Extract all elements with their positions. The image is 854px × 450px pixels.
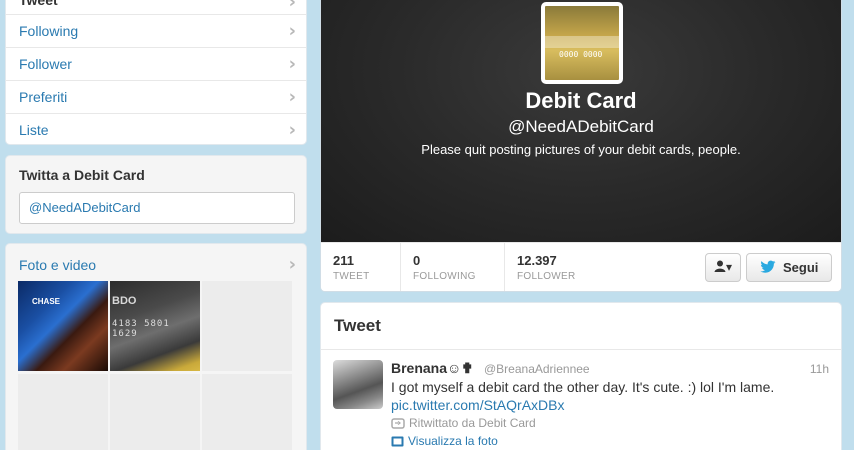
media-title-link[interactable]: Foto e video xyxy=(19,257,96,273)
tweet-to-title: Twitta a Debit Card xyxy=(19,167,145,183)
stat-number: 211 xyxy=(333,253,354,268)
stat-tweets[interactable]: 211 TWEET xyxy=(321,243,401,291)
tweets-panel: Tweet Brenana☺✟ @BreanaAdriennee 11h I g… xyxy=(320,302,842,450)
tweet-to-input[interactable]: @NeedADebitCard xyxy=(19,192,295,224)
nav-item-liste[interactable]: Liste › xyxy=(6,113,306,144)
chevron-right-icon: › xyxy=(288,0,296,12)
nav-item-tweet[interactable]: Tweet › xyxy=(6,0,306,14)
media-thumbnail-empty xyxy=(18,374,108,450)
photo-icon xyxy=(391,436,404,447)
avatar-card-stripe xyxy=(545,36,619,48)
thumbnail-brand-text: BDO xyxy=(112,295,137,307)
caret-down-icon: ▾ xyxy=(725,260,733,274)
profile-header-card: 0000 0000 Debit Card @NeedADebitCard Ple… xyxy=(320,0,842,292)
chevron-right-icon: › xyxy=(288,53,296,75)
stat-label: FOLLOWING xyxy=(413,271,476,282)
divider xyxy=(321,349,841,350)
tweet-pic-link[interactable]: pic.twitter.com/StAQrAxDBx xyxy=(391,397,564,413)
stat-label: TWEET xyxy=(333,271,370,282)
tweets-title: Tweet xyxy=(334,316,381,335)
nav-item-label: Following xyxy=(19,23,79,39)
profile-bio: Please quit posting pictures of your deb… xyxy=(421,142,741,157)
profile-name: Debit Card xyxy=(525,88,637,113)
stat-number: 0 xyxy=(413,253,421,268)
avatar-card-number: 0000 0000 xyxy=(559,50,603,59)
user-actions-button[interactable]: ▾ xyxy=(705,253,741,282)
follow-button-label: Segui xyxy=(783,260,819,275)
nav-item-following[interactable]: Following › xyxy=(6,14,306,47)
media-thumbnail[interactable]: CHASE xyxy=(18,281,108,371)
thumbnail-card-number: 4183 5801 1629 xyxy=(112,319,170,339)
view-photo-link[interactable]: Visualizza la foto xyxy=(391,434,498,448)
profile-avatar[interactable]: 0000 0000 xyxy=(541,2,623,84)
chevron-right-icon: › xyxy=(288,119,296,141)
nav-item-label: Tweet xyxy=(19,0,58,8)
retweeted-by: Ritwittato da Debit Card xyxy=(391,416,536,430)
stat-number: 12.397 xyxy=(517,253,557,268)
retweet-icon xyxy=(391,418,405,429)
media-thumbnail-empty xyxy=(202,281,292,371)
tweet-timestamp[interactable]: 11h xyxy=(810,362,829,376)
chevron-right-icon: › xyxy=(288,254,296,275)
tweet-text: I got myself a debit card the other day.… xyxy=(391,379,775,395)
tweet-author-handle[interactable]: @BreanaAdriennee xyxy=(484,362,590,376)
stat-followers[interactable]: 12.397 FOLLOWER xyxy=(505,243,609,291)
profile-header-background: 0000 0000 Debit Card @NeedADebitCard Ple… xyxy=(321,0,841,242)
tweet-to-card: Twitta a Debit Card @NeedADebitCard xyxy=(5,155,307,234)
media-thumbnail[interactable]: BDO 4183 5801 1629 xyxy=(110,281,200,371)
twitter-bird-icon xyxy=(760,260,776,273)
nav-item-follower[interactable]: Follower › xyxy=(6,47,306,80)
tweet-author-name[interactable]: Brenana☺✟ xyxy=(391,360,473,377)
media-thumbnail-empty xyxy=(110,374,200,450)
stat-label: FOLLOWER xyxy=(517,271,576,282)
stat-following[interactable]: 0 FOLLOWING xyxy=(401,243,505,291)
chevron-right-icon: › xyxy=(288,86,296,108)
nav-item-label: Preferiti xyxy=(19,89,68,105)
chevron-right-icon: › xyxy=(288,20,296,42)
follow-button[interactable]: Segui xyxy=(746,253,832,282)
profile-stats-bar: 211 TWEET 0 FOLLOWING 12.397 FOLLOWER ▾ … xyxy=(321,242,841,291)
tweet-author-avatar[interactable] xyxy=(333,360,383,409)
user-icon xyxy=(714,260,726,272)
media-card: Foto e video › CHASE BDO 4183 5801 1629 xyxy=(5,243,307,450)
nav-item-label: Follower xyxy=(19,56,72,72)
view-photo-label: Visualizza la foto xyxy=(408,434,498,448)
retweeted-by-label: Ritwittato da Debit Card xyxy=(409,416,536,430)
profile-handle: @NeedADebitCard xyxy=(508,117,654,136)
nav-item-label: Liste xyxy=(19,122,49,138)
media-thumbnail-empty xyxy=(202,374,292,450)
thumbnail-brand-text: CHASE xyxy=(32,297,61,306)
nav-item-preferiti[interactable]: Preferiti › xyxy=(6,80,306,113)
profile-nav-card: Tweet › Following › Follower › Preferiti… xyxy=(5,0,307,145)
